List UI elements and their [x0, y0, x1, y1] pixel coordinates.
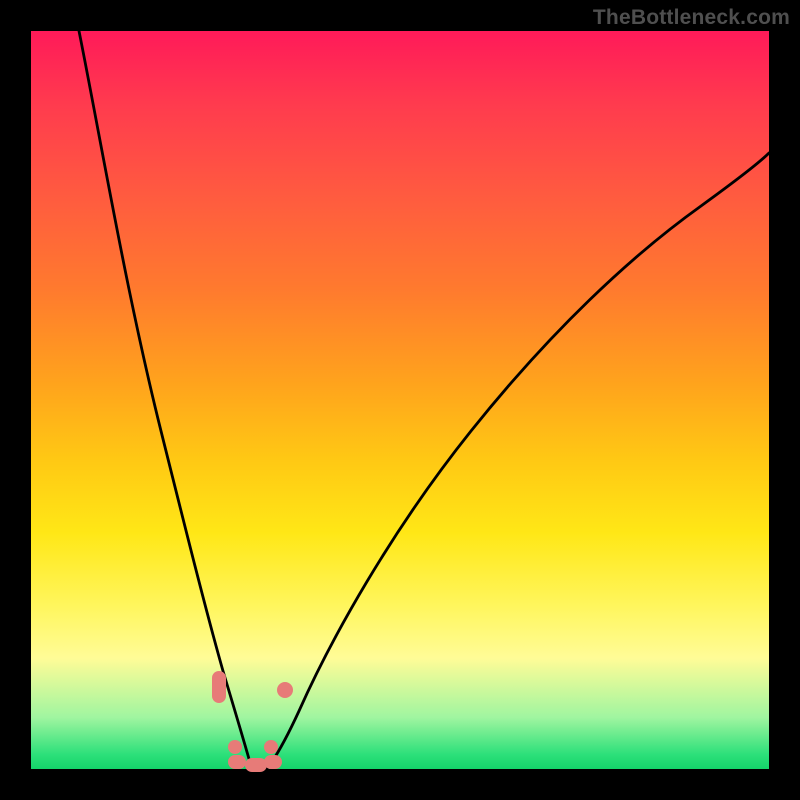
- marker-floor-dot-l: [228, 740, 242, 754]
- chart-plot-area: [31, 31, 769, 769]
- marker-floor-2: [245, 758, 267, 772]
- marker-floor-1: [228, 755, 246, 769]
- curve-group: [79, 31, 769, 779]
- curve-right: [255, 153, 769, 779]
- marker-floor-3: [264, 755, 282, 769]
- marker-left-sausage: [212, 671, 226, 703]
- chart-frame: TheBottleneck.com: [0, 0, 800, 800]
- marker-floor-dot-r: [264, 740, 278, 754]
- marker-right-dot: [277, 682, 293, 698]
- marker-group: [212, 671, 293, 772]
- curve-left: [79, 31, 255, 779]
- chart-svg: [31, 31, 769, 769]
- watermark-text: TheBottleneck.com: [593, 6, 790, 30]
